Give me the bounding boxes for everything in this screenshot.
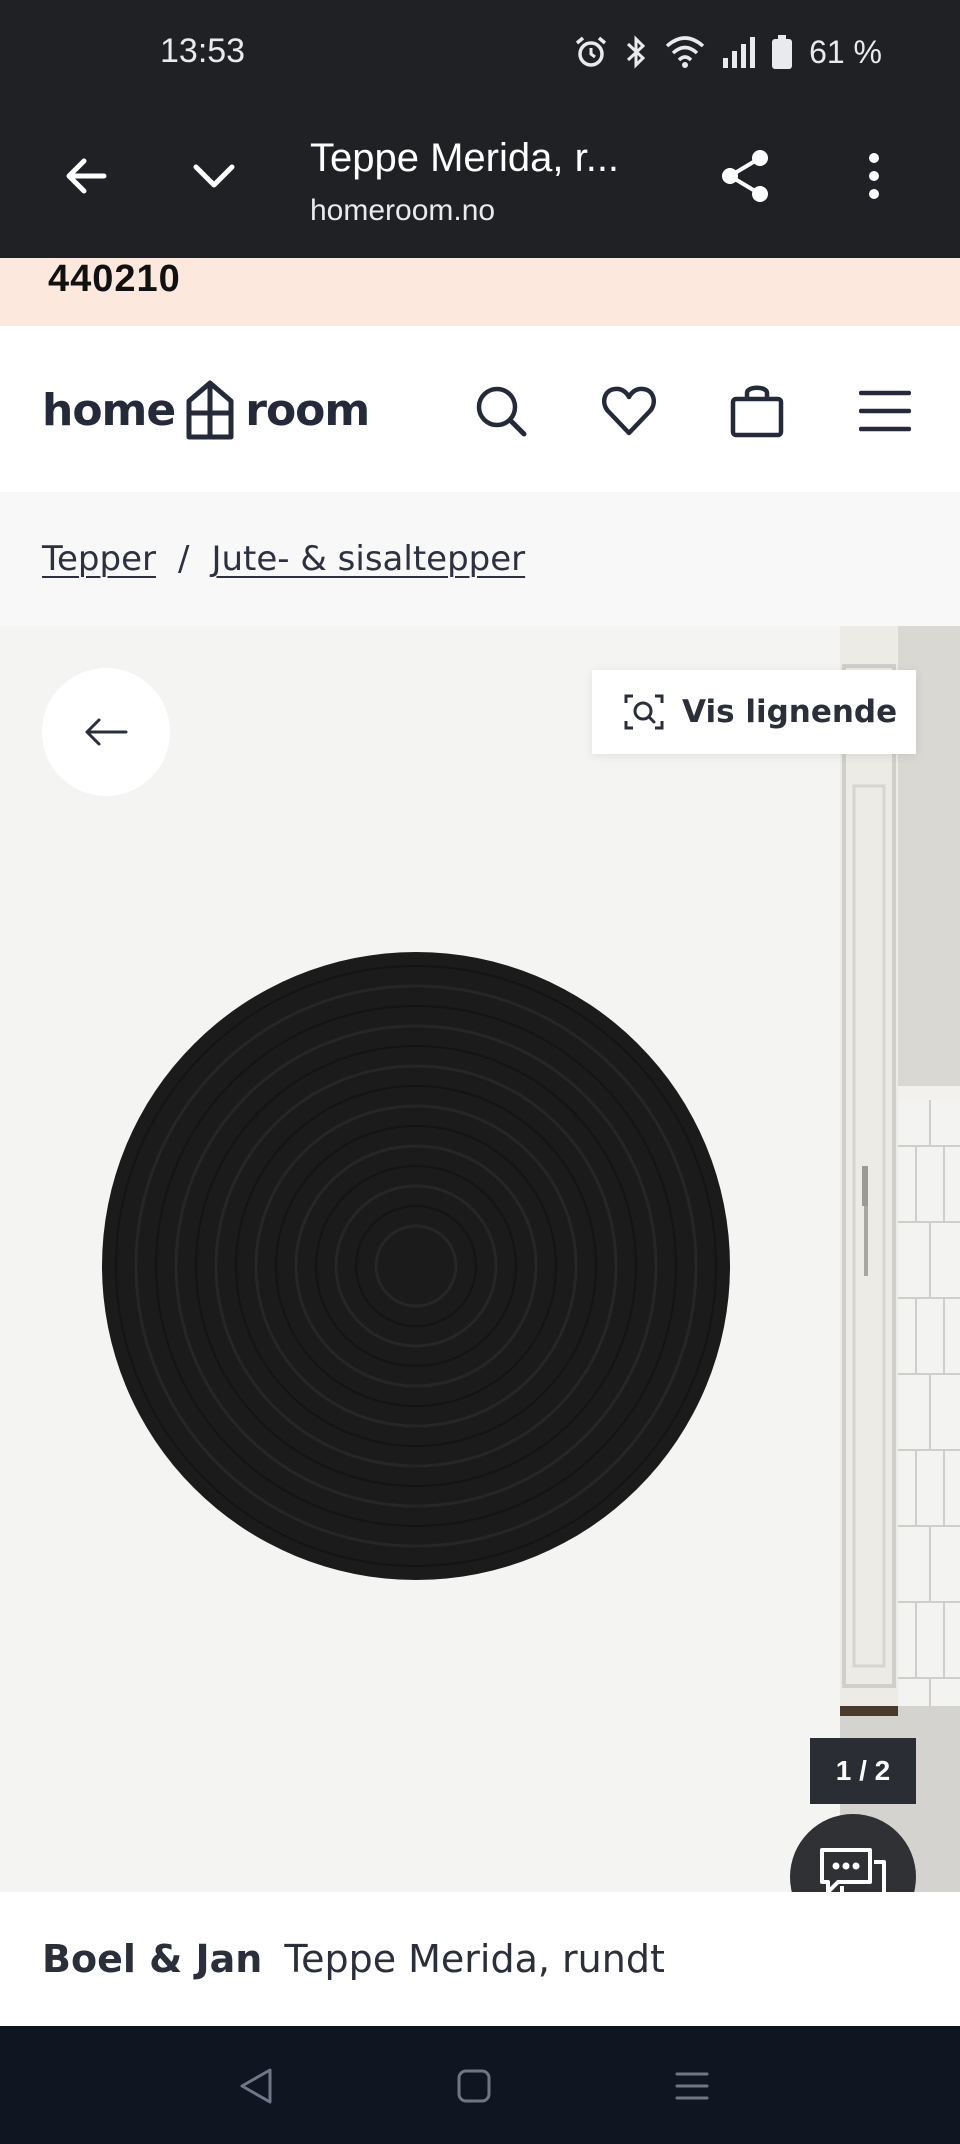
nav-back-icon <box>240 2068 272 2104</box>
search-button[interactable] <box>466 376 536 446</box>
browser-toolbar: Teppe Merida, r... homeroom.no <box>0 100 960 258</box>
show-similar-button[interactable]: Vis lignende <box>592 670 916 754</box>
product-title: Boel & Jan Teppe Merida, rundt <box>0 1892 960 2026</box>
page-url[interactable]: homeroom.no <box>310 194 495 228</box>
show-similar-label: Vis lignende <box>682 694 898 730</box>
product-gallery[interactable]: Vis lignende 1 / 2 <box>0 626 960 1892</box>
arrow-left-icon <box>85 718 128 746</box>
status-icons: 61 % <box>573 34 882 70</box>
next-product-image[interactable] <box>840 626 960 1892</box>
system-nav-bar <box>0 2026 960 2144</box>
battery-icon <box>772 35 793 69</box>
share-icon <box>722 150 768 202</box>
signal-icon <box>723 37 756 68</box>
browser-back-button[interactable] <box>50 140 122 212</box>
heart-icon <box>601 386 657 436</box>
page-title[interactable]: Teppe Merida, r... <box>310 136 619 181</box>
logo-text-home: home <box>42 384 176 436</box>
bag-icon <box>730 385 784 438</box>
more-vert-icon <box>869 153 879 199</box>
nav-recents-button[interactable] <box>662 2056 722 2116</box>
logo-text-room: room <box>245 384 370 436</box>
back-arrow-icon <box>66 158 107 194</box>
round-rug-image <box>102 952 730 1580</box>
visual-search-icon <box>624 694 664 730</box>
breadcrumb-link-jute[interactable]: Jute- & sisaltepper <box>211 539 525 579</box>
cart-button[interactable] <box>722 376 792 446</box>
browser-menu-button[interactable] <box>838 140 910 212</box>
alarm-icon <box>575 36 607 67</box>
chevron-down-icon <box>193 164 235 188</box>
status-bar: 13:53 61 % <box>0 0 960 100</box>
share-button[interactable] <box>710 140 782 212</box>
product-name: Teppe Merida, rundt <box>284 1937 665 1981</box>
promo-banner[interactable]: 440210 <box>0 258 960 326</box>
nav-home-icon <box>457 2069 491 2103</box>
room-photo <box>840 626 960 1892</box>
breadcrumb-separator: / <box>177 539 190 579</box>
wishlist-button[interactable] <box>594 376 664 446</box>
bluetooth-icon <box>627 35 646 69</box>
breadcrumb: Tepper / Jute- & sisaltepper <box>0 492 960 626</box>
hamburger-icon <box>859 390 911 432</box>
product-brand[interactable]: Boel & Jan <box>42 1937 262 1981</box>
browser-tabs-button[interactable] <box>178 140 250 212</box>
image-counter: 1 / 2 <box>810 1738 916 1804</box>
site-menu-button[interactable] <box>850 376 920 446</box>
nav-recents-icon <box>675 2072 709 2100</box>
site-header: home room <box>0 326 960 492</box>
gallery-back-button[interactable] <box>42 668 170 796</box>
nav-back-button[interactable] <box>226 2056 286 2116</box>
chat-icon <box>820 1848 886 1892</box>
search-icon <box>476 386 527 437</box>
product-image-rug[interactable] <box>100 946 740 1586</box>
promo-code: 440210 <box>48 258 181 300</box>
battery-percentage: 61 % <box>809 33 882 70</box>
status-time: 13:53 <box>160 32 246 70</box>
homeroom-logo[interactable]: home room <box>42 378 370 442</box>
breadcrumb-link-tepper[interactable]: Tepper <box>42 539 156 579</box>
house-logo-icon <box>186 380 234 440</box>
wifi-icon <box>665 36 705 68</box>
nav-home-button[interactable] <box>444 2056 504 2116</box>
